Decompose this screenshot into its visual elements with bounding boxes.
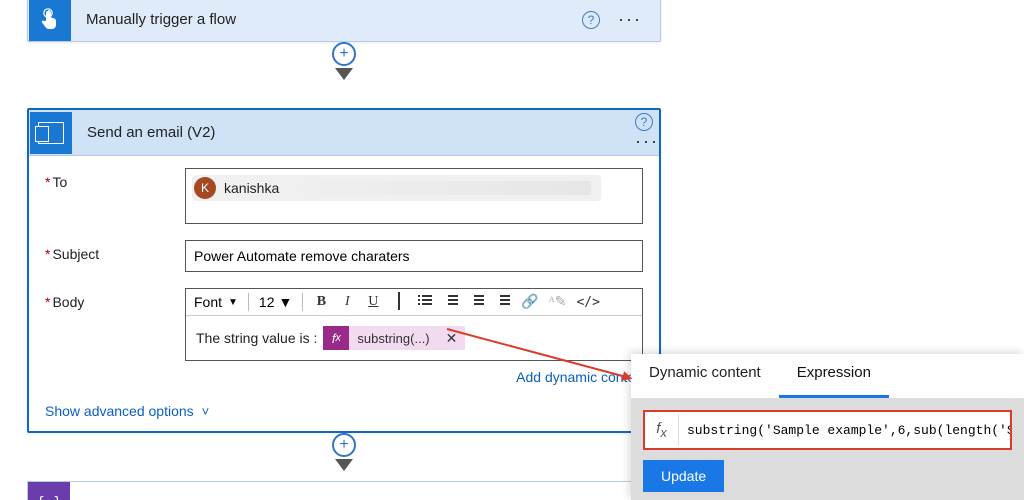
tab-dynamic-content[interactable]: Dynamic content (631, 354, 779, 398)
expression-input[interactable]: substring('Sample example',6,sub(length(… (679, 423, 1010, 438)
link-button[interactable]: 🔗 (521, 294, 538, 311)
size-selector[interactable]: 12▼ (259, 294, 292, 310)
chevron-down-icon: ▼ (279, 294, 293, 310)
fx-icon: fx (323, 326, 349, 350)
outlook-icon-box (30, 112, 72, 154)
recipient-blur (281, 181, 591, 195)
code-view-button[interactable]: </> (576, 295, 599, 310)
body-row: *Body Font▼ 12▼ B I U (45, 288, 643, 361)
indent-button[interactable] (495, 294, 511, 311)
outdent-button[interactable] (469, 294, 485, 311)
subject-label: *Subject (45, 240, 185, 262)
recipient-chip[interactable]: K kanishka (192, 175, 601, 201)
to-label: *To (45, 168, 185, 190)
send-email-title: Send an email (V2) (87, 124, 635, 141)
subject-row: *Subject (45, 240, 643, 272)
add-step-button[interactable]: + (332, 42, 356, 66)
tab-expression[interactable]: Expression (779, 354, 889, 398)
chevron-down-icon: ˅ (202, 404, 210, 419)
spell-button[interactable]: ᴬ✎ (549, 294, 567, 311)
update-button[interactable]: Update (643, 460, 724, 492)
help-icon[interactable]: ? (582, 11, 600, 29)
connector-2: + (332, 433, 356, 471)
braces-icon: { } (36, 495, 61, 500)
expression-token[interactable]: fx substring(...) ✕ (323, 326, 465, 350)
rte-toolbar: Font▼ 12▼ B I U (186, 289, 642, 316)
more-icon[interactable]: ··· (635, 131, 659, 152)
bullet-list-button[interactable] (417, 294, 433, 311)
trigger-card[interactable]: Manually trigger a flow ? ··· (27, 0, 661, 42)
underline-button[interactable]: U (365, 294, 381, 310)
variable-icon-box: { } (28, 482, 70, 500)
next-action-card[interactable]: { } (27, 481, 661, 500)
outlook-icon (38, 122, 64, 144)
bold-button[interactable]: B (313, 294, 329, 310)
body-content[interactable]: The string value is : fx substring(...) … (186, 316, 642, 360)
help-icon[interactable]: ? (635, 113, 653, 131)
trigger-icon-box (29, 0, 71, 41)
body-field: Font▼ 12▼ B I U (185, 288, 643, 361)
show-advanced-options[interactable]: Show advanced options ˅ (45, 403, 209, 419)
send-email-header[interactable]: Send an email (V2) ? ··· (29, 110, 659, 156)
subject-field[interactable] (185, 240, 643, 272)
to-row: *To K kanishka (45, 168, 643, 224)
font-selector[interactable]: Font▼ (194, 294, 238, 310)
fx-icon: fx (645, 414, 679, 446)
expression-input-box[interactable]: fx substring('Sample example',6,sub(leng… (643, 410, 1012, 450)
color-button[interactable] (391, 293, 407, 311)
subject-input[interactable] (194, 245, 634, 267)
body-static-text: The string value is : (196, 330, 317, 346)
send-email-card: Send an email (V2) ? ··· *To K kanishka (27, 108, 661, 433)
touch-icon (38, 8, 62, 32)
body-label: *Body (45, 288, 185, 310)
arrow-down-icon (335, 459, 353, 471)
recipient-name: kanishka (224, 180, 279, 196)
avatar: K (194, 177, 216, 199)
to-field[interactable]: K kanishka (185, 168, 643, 224)
add-step-button[interactable]: + (332, 433, 356, 457)
trigger-title: Manually trigger a flow (86, 11, 582, 28)
italic-button[interactable]: I (339, 294, 355, 310)
number-list-button[interactable] (443, 294, 459, 311)
expression-token-label: substring(...) (349, 331, 437, 346)
dynamic-content-popup: Dynamic content Expression fx substring(… (631, 354, 1024, 500)
arrow-down-icon (335, 68, 353, 80)
more-icon[interactable]: ··· (618, 9, 642, 30)
connector-1: + (332, 42, 356, 80)
chevron-down-icon: ▼ (228, 297, 238, 308)
